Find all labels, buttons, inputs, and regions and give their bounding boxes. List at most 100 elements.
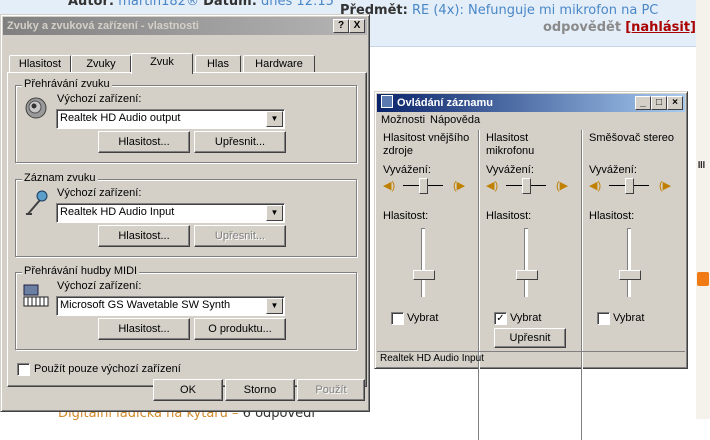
minimize-button[interactable]: _ <box>635 96 651 110</box>
author-label: Autor: <box>68 0 115 9</box>
column-title: Hlasitost mikrofonu <box>486 132 535 157</box>
tab-hlas[interactable]: Hlas <box>195 55 241 73</box>
balance-slider[interactable] <box>522 178 531 194</box>
midi-device-label: Výchozí zařízení: <box>57 280 142 292</box>
recording-control-title: Ovládání záznamu <box>381 94 493 112</box>
chevron-down-icon[interactable]: ▼ <box>266 298 283 314</box>
midi-device-select[interactable]: Microsoft GS Wavetable SW Synth ▼ <box>56 296 285 316</box>
recording-group: Záznam zvuku Výchozí zařízení: Realtek H… <box>15 172 357 257</box>
sidebar-glyph: ≡ <box>695 160 708 170</box>
advanced-button[interactable]: Upřesnit <box>494 328 566 348</box>
select-label: Vybrat <box>613 312 645 324</box>
balance-label: Vyvážení: <box>383 164 431 176</box>
playback-device-value: Realtek HD Audio output <box>60 112 181 124</box>
balance-slider[interactable] <box>625 178 634 194</box>
right-speaker-icon: (▶ <box>556 180 569 192</box>
volume-label: Hlasitost: <box>383 210 429 222</box>
recording-advanced-button[interactable]: Upřesnit... <box>194 225 286 247</box>
maximize-button[interactable]: □ <box>651 96 667 110</box>
volume-slider[interactable] <box>413 270 435 280</box>
midi-about-button[interactable]: O produktu... <box>194 318 286 340</box>
balance-label: Vyvážení: <box>486 164 534 176</box>
recording-device-label: Výchozí zařízení: <box>57 187 142 199</box>
midi-volume-button[interactable]: Hlasitost... <box>98 318 190 340</box>
playback-group: Přehrávání zvuku Výchozí zařízení: Realt… <box>15 78 357 163</box>
select-checkbox[interactable]: ✓ <box>494 312 507 325</box>
volume-track <box>627 228 631 297</box>
speaker-icon <box>22 94 50 122</box>
chevron-down-icon[interactable]: ▼ <box>266 205 283 221</box>
author-link[interactable]: martin182® <box>118 0 199 9</box>
ok-button[interactable]: OK <box>153 379 223 401</box>
midi-keyboard-icon <box>22 281 50 309</box>
column-external-source: Hlasitost vnějšího zdroje Vyvážení: ◀) (… <box>377 130 479 440</box>
recording-device-value: Realtek HD Audio Input <box>60 206 175 218</box>
playback-advanced-button[interactable]: Upřesnit... <box>194 131 286 153</box>
author-line: Autor: martin182® Datum: dnes 12:15 <box>68 0 334 9</box>
recording-group-label: Záznam zvuku <box>22 172 98 184</box>
chevron-down-icon[interactable]: ▼ <box>266 111 283 127</box>
recording-volume-button[interactable]: Hlasitost... <box>98 225 190 247</box>
right-speaker-icon: (▶ <box>453 180 466 192</box>
recording-control-titlebar[interactable]: Ovládání záznamu _ □ × <box>377 94 685 112</box>
select-checkbox[interactable] <box>391 312 404 325</box>
close-button[interactable]: X <box>349 19 365 33</box>
sound-dialog-titlebar[interactable]: Zvuky a zvuková zařízení - vlastnosti ? … <box>3 17 367 35</box>
volume-slider[interactable] <box>619 270 641 280</box>
midi-device-value: Microsoft GS Wavetable SW Synth <box>60 299 231 311</box>
cancel-button[interactable]: Storno <box>225 379 295 401</box>
sound-dialog-title: Zvuky a zvuková zařízení - vlastnosti <box>7 20 199 32</box>
tab-zvuk[interactable]: Zvuk <box>131 53 193 74</box>
midi-group-label: Přehrávání hudby MIDI <box>22 265 140 277</box>
recording-device-select[interactable]: Realtek HD Audio Input ▼ <box>56 203 285 223</box>
reply-link[interactable]: odpovědět <box>543 20 621 35</box>
left-speaker-icon: ◀) <box>486 180 499 192</box>
right-speaker-icon: (▶ <box>659 180 672 192</box>
volume-track <box>421 228 425 297</box>
column-title: Směšovač stereo <box>589 132 674 144</box>
report-link[interactable]: [nahlásit] <box>625 20 696 35</box>
column-stereo-mix: Směšovač stereo Vyvážení: ◀) (▶ Hlasitos… <box>583 130 684 440</box>
balance-label: Vyvážení: <box>589 164 637 176</box>
menu-napoveda[interactable]: Nápověda <box>430 114 480 126</box>
menu-moznosti[interactable]: Možnosti <box>381 114 425 126</box>
recording-control-window: Ovládání záznamu _ □ × Možnosti Nápověda… <box>374 91 688 440</box>
apply-button[interactable]: Použít <box>297 379 365 401</box>
subject-text: RE (4x): Nefunguje mi mikrofon na PC <box>411 3 659 18</box>
balance-slider[interactable] <box>419 178 428 194</box>
date-value: dnes 12:15 <box>261 0 334 9</box>
subject-line: Předmět: RE (4x): Nefunguje mi mikrofon … <box>340 3 658 18</box>
midi-group: Přehrávání hudby MIDI Výchozí zařízení: … <box>15 265 357 350</box>
playback-device-select[interactable]: Realtek HD Audio output ▼ <box>56 109 285 129</box>
rss-icon[interactable] <box>697 272 709 286</box>
volume-label: Hlasitost: <box>589 210 635 222</box>
post-actions: odpovědět [nahlásit] <box>543 20 696 35</box>
close-button[interactable]: × <box>667 96 683 110</box>
default-only-label: Použít pouze výchozí zařízení <box>34 363 181 375</box>
date-label: Datum: <box>203 0 257 9</box>
tab-hlasitost[interactable]: Hlasitost <box>9 55 71 73</box>
mixer-icon <box>381 95 393 108</box>
left-speaker-icon: ◀) <box>383 180 396 192</box>
microphone-icon <box>22 188 50 216</box>
tab-zvuky[interactable]: Zvuky <box>71 55 131 73</box>
select-checkbox[interactable] <box>597 312 610 325</box>
volume-label: Hlasitost: <box>486 210 532 222</box>
column-title: Hlasitost vnějšího zdroje <box>383 132 470 157</box>
column-microphone: Hlasitost mikrofonu Vyvážení: ◀) (▶ Hlas… <box>480 130 582 440</box>
select-label: Vybrat <box>407 312 439 324</box>
volume-slider[interactable] <box>516 270 538 280</box>
playback-group-label: Přehrávání zvuku <box>22 78 112 90</box>
select-label: Vybrat <box>510 312 542 324</box>
help-button[interactable]: ? <box>333 19 349 33</box>
status-bar: Realtek HD Audio Input <box>377 351 685 366</box>
right-sidebar-strip <box>696 0 710 419</box>
volume-track <box>524 228 528 297</box>
left-speaker-icon: ◀) <box>589 180 602 192</box>
playback-device-label: Výchozí zařízení: <box>57 93 142 105</box>
playback-volume-button[interactable]: Hlasitost... <box>98 131 190 153</box>
sound-properties-dialog: Zvuky a zvuková zařízení - vlastnosti ? … <box>0 14 370 412</box>
tab-panel-zvuk: Přehrávání zvuku Výchozí zařízení: Realt… <box>7 72 367 387</box>
default-only-checkbox[interactable] <box>17 363 30 376</box>
tab-hardware[interactable]: Hardware <box>243 55 315 73</box>
